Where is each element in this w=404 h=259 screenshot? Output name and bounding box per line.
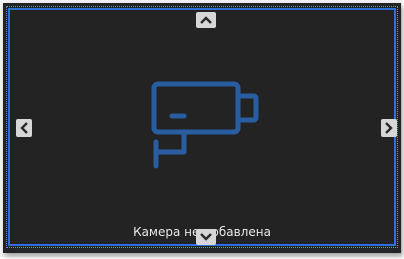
pan-left-button[interactable]: [16, 119, 32, 137]
security-camera-icon: [151, 81, 259, 169]
chevron-down-icon: [200, 233, 212, 241]
pan-up-button[interactable]: [196, 12, 216, 28]
pan-right-button[interactable]: [381, 119, 397, 137]
chevron-up-icon: [200, 16, 212, 24]
chevron-right-icon: [385, 122, 393, 134]
chevron-left-icon: [20, 122, 28, 134]
pan-down-button[interactable]: [196, 229, 216, 245]
